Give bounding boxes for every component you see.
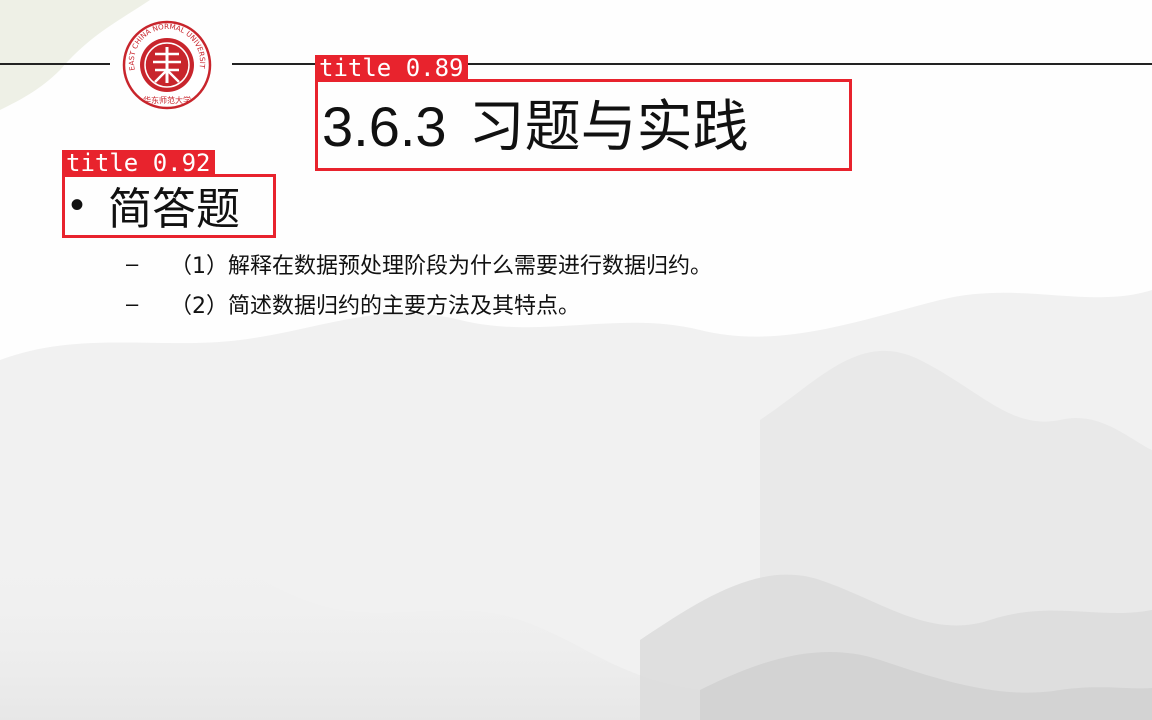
question-list: – （1）解释在数据预处理阶段为什么需要进行数据归约。 – （2）简述数据归约的…: [126, 244, 712, 324]
question-text: （2）简述数据归约的主要方法及其特点。: [170, 294, 580, 319]
list-item: – （1）解释在数据预处理阶段为什么需要进行数据归约。: [126, 244, 712, 284]
header-rule-left: [0, 63, 110, 65]
detection-label-title: title 0.89: [315, 55, 468, 81]
question-text: （1）解释在数据预处理阶段为什么需要进行数据归约。: [170, 254, 712, 279]
detection-box-heading: [62, 174, 276, 238]
slide: EAST CHINA NORMAL UNIVERSITY 华东师范大学 3.6.…: [0, 0, 1152, 720]
logo-bottom-text: 华东师范大学: [143, 95, 191, 105]
dash-marker: –: [126, 251, 139, 276]
detection-box-title: [315, 79, 852, 171]
university-logo: EAST CHINA NORMAL UNIVERSITY 华东师范大学: [122, 20, 212, 110]
detection-label-heading: title 0.92: [62, 150, 215, 176]
list-item: – （2）简述数据归约的主要方法及其特点。: [126, 284, 712, 324]
dash-marker: –: [126, 291, 139, 316]
